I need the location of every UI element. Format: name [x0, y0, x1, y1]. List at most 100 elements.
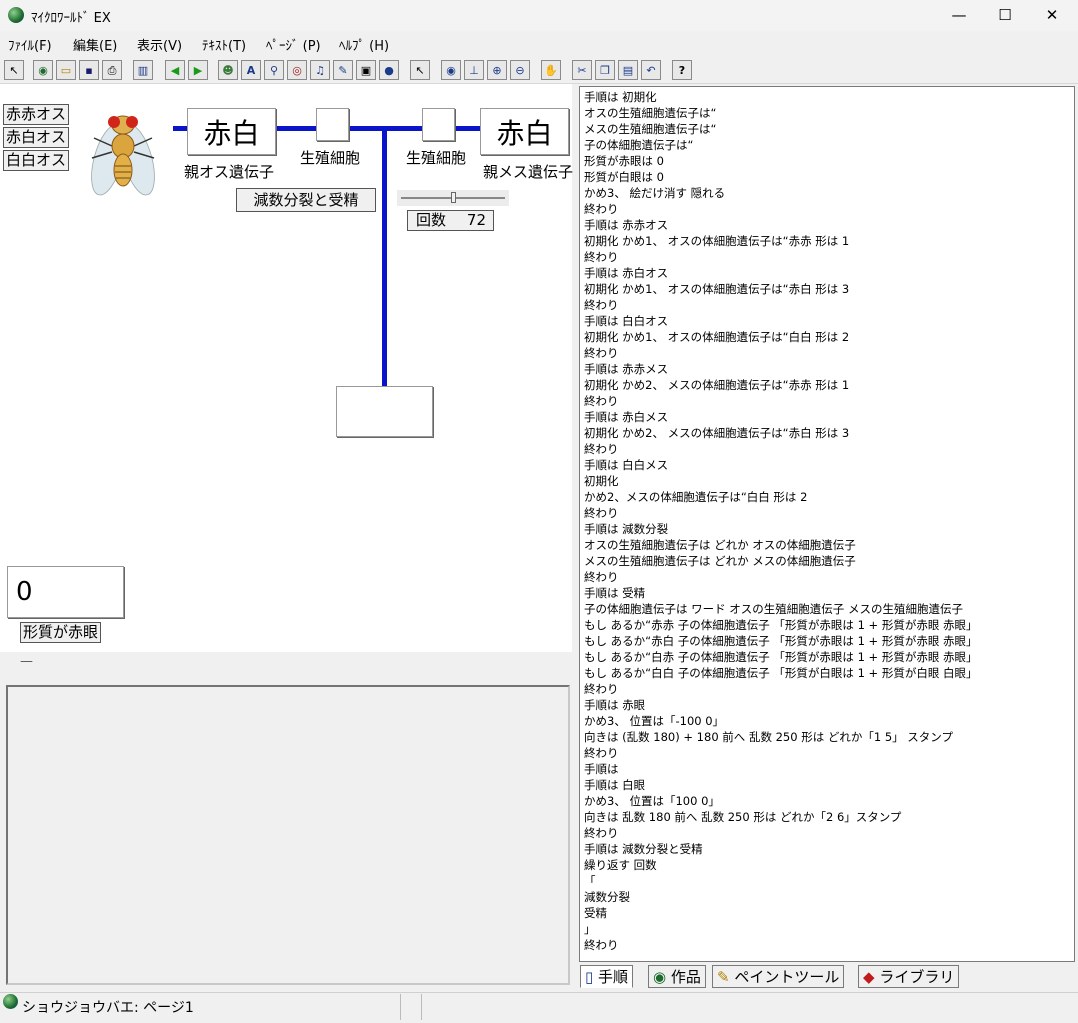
- script-line[interactable]: 形質が赤眼は 0: [584, 153, 664, 169]
- script-line[interactable]: 終わり: [584, 681, 619, 697]
- layout-icon[interactable]: ▥: [133, 60, 153, 80]
- zoom-in-icon[interactable]: ⊕: [487, 60, 507, 80]
- script-line[interactable]: かめ2、メスの体細胞遺伝子は“白白 形は 2: [584, 489, 807, 505]
- script-line[interactable]: 子の体細胞遺伝子は“: [584, 137, 693, 153]
- script-line[interactable]: 初期化 かめ1、 オスの体細胞遺伝子は“赤白 形は 3: [584, 281, 849, 297]
- zoom-out-icon[interactable]: ⊖: [510, 60, 530, 80]
- menu-view[interactable]: 表示(V): [137, 35, 182, 54]
- script-line[interactable]: 終わり: [584, 345, 619, 361]
- script-line[interactable]: 手順は 赤眼: [584, 697, 645, 713]
- text-tool-icon[interactable]: A: [241, 60, 261, 80]
- script-line[interactable]: メスの生殖細胞遺伝子は どれか メスの体細胞遺伝子: [584, 553, 856, 569]
- script-line[interactable]: 初期化 かめ1、 オスの体細胞遺伝子は“赤赤 形は 1: [584, 233, 849, 249]
- script-line[interactable]: 終わり: [584, 249, 619, 265]
- meiosis-fertilization-button[interactable]: 減数分裂と受精: [236, 188, 376, 212]
- print-icon[interactable]: ⎙: [102, 60, 122, 80]
- script-line[interactable]: 終わり: [584, 201, 619, 217]
- copy-icon[interactable]: ❐: [595, 60, 615, 80]
- camera-icon[interactable]: ▣: [356, 60, 376, 80]
- white-white-male-button[interactable]: 白白オス: [3, 150, 70, 171]
- script-line[interactable]: 形質が白眼は 0: [584, 169, 664, 185]
- close-button[interactable]: ✕: [1029, 0, 1075, 31]
- script-line[interactable]: 手順は 減数分裂と受精: [584, 841, 703, 857]
- script-line[interactable]: かめ3、 位置は「-100 0」: [584, 713, 724, 729]
- paste-icon[interactable]: ▤: [618, 60, 638, 80]
- script-line[interactable]: 手順は 減数分裂: [584, 521, 668, 537]
- back-arrow-icon[interactable]: ◀: [165, 60, 185, 80]
- script-editor[interactable]: 手順は 初期化 オスの生殖細胞遺伝子は“ メスの生殖細胞遺伝子は“ 子の体細胞遺伝子は…: [579, 86, 1075, 962]
- script-line[interactable]: 終わり: [584, 441, 619, 457]
- script-line[interactable]: 手順は 白眼: [584, 777, 645, 793]
- tab-paint-tool[interactable]: ✎ ペイントツール: [712, 965, 845, 988]
- script-line[interactable]: 手順は 赤白メス: [584, 409, 668, 425]
- forward-arrow-icon[interactable]: ▶: [188, 60, 208, 80]
- menu-file[interactable]: ﾌｧｲﾙ(F): [8, 35, 52, 54]
- pointer-icon[interactable]: ↖: [410, 60, 430, 80]
- script-line[interactable]: オスの生殖細胞遺伝子は“: [584, 105, 716, 121]
- script-line[interactable]: 」: [584, 921, 596, 937]
- fruit-fly-image[interactable]: [90, 108, 156, 204]
- script-line[interactable]: 終わり: [584, 569, 619, 585]
- red-red-male-button[interactable]: 赤赤オス: [3, 104, 70, 125]
- tab-procedures[interactable]: ▯ 手順: [580, 965, 634, 988]
- character-icon[interactable]: ☻: [218, 60, 238, 80]
- helmet-icon[interactable]: ●: [379, 60, 399, 80]
- script-line[interactable]: 手順は 初期化: [584, 89, 657, 105]
- cut-icon[interactable]: ✂: [572, 60, 592, 80]
- script-line[interactable]: もし あるか“赤赤 子の体細胞遺伝子 「形質が赤眼は 1 + 形質が赤眼 赤眼」: [584, 617, 978, 633]
- help-icon[interactable]: ?: [672, 60, 692, 80]
- menu-help[interactable]: ﾍﾙﾌﾟ (H): [339, 35, 389, 54]
- maximize-button[interactable]: ☐: [982, 0, 1028, 31]
- script-line[interactable]: 繰り返す 回数: [584, 857, 657, 873]
- script-line[interactable]: オスの生殖細胞遺伝子は どれか オスの体細胞遺伝子: [584, 537, 856, 553]
- script-line[interactable]: 初期化: [584, 473, 619, 489]
- script-line[interactable]: 初期化 かめ1、 オスの体細胞遺伝子は“白白 形は 2: [584, 329, 849, 345]
- stop-icon[interactable]: ✋: [541, 60, 561, 80]
- script-line[interactable]: 初期化 かめ2、 メスの体細胞遺伝子は“赤赤 形は 1: [584, 377, 849, 393]
- tab-library[interactable]: ◆ ライブラリ: [858, 965, 960, 988]
- menu-text[interactable]: ﾃｷｽﾄ(T): [202, 35, 246, 54]
- script-line[interactable]: かめ3、 絵だけ消す 隠れる: [584, 185, 725, 201]
- script-line[interactable]: 受精: [584, 905, 607, 921]
- script-line[interactable]: 終わり: [584, 393, 619, 409]
- script-line[interactable]: 手順は 赤赤メス: [584, 361, 668, 377]
- red-white-male-button[interactable]: 赤白オス: [3, 127, 70, 148]
- script-line[interactable]: 「: [584, 873, 596, 889]
- script-line[interactable]: 終わり: [584, 505, 619, 521]
- script-line[interactable]: もし あるか“赤白 子の体細胞遺伝子 「形質が赤眼は 1 + 形質が赤眼 赤眼」: [584, 633, 978, 649]
- script-line[interactable]: 手順は 白白メス: [584, 457, 668, 473]
- undo-icon[interactable]: ↶: [641, 60, 661, 80]
- script-line[interactable]: 終わり: [584, 825, 619, 841]
- menu-edit[interactable]: 編集(E): [73, 35, 117, 54]
- script-line[interactable]: 手順は 受精: [584, 585, 645, 601]
- tab-works[interactable]: ◉ 作品: [648, 965, 706, 988]
- script-line[interactable]: 手順は 赤白オス: [584, 265, 668, 281]
- music-icon[interactable]: ♫: [310, 60, 330, 80]
- script-line[interactable]: もし あるか“白赤 子の体細胞遺伝子 「形質が赤眼は 1 + 形質が赤眼 赤眼」: [584, 649, 978, 665]
- pencil-icon[interactable]: ✎: [333, 60, 353, 80]
- script-line[interactable]: 手順は 赤赤オス: [584, 217, 668, 233]
- script-line[interactable]: もし あるか“白白 子の体細胞遺伝子 「形質が白眼は 1 + 形質が白眼 白眼」: [584, 665, 978, 681]
- cursor-icon[interactable]: ↖: [4, 60, 24, 80]
- script-line[interactable]: 終わり: [584, 297, 619, 313]
- view-icon[interactable]: ◉: [441, 60, 461, 80]
- menu-page[interactable]: ﾍﾟｰｼﾞ (P): [266, 35, 321, 54]
- message-pane[interactable]: [6, 685, 570, 985]
- script-line[interactable]: 手順は: [584, 761, 619, 777]
- globe-icon[interactable]: ◉: [33, 60, 53, 80]
- script-line[interactable]: 子の体細胞遺伝子は ワード オスの生殖細胞遺伝子 メスの生殖細胞遺伝子: [584, 601, 963, 617]
- script-line[interactable]: 向きは (乱数 180) + 180 前へ 乱数 250 形は どれか「1 5」…: [584, 729, 953, 745]
- minimize-button[interactable]: —: [936, 0, 982, 31]
- stamp-icon[interactable]: ⊥: [464, 60, 484, 80]
- save-icon[interactable]: ▪: [79, 60, 99, 80]
- open-folder-icon[interactable]: ▭: [56, 60, 76, 80]
- red-eye-trait-button[interactable]: 形質が赤眼: [20, 622, 102, 643]
- eye-icon[interactable]: ◎: [287, 60, 307, 80]
- script-line[interactable]: 終わり: [584, 745, 619, 761]
- antenna-icon[interactable]: ⚲: [264, 60, 284, 80]
- script-line[interactable]: 手順は 白白オス: [584, 313, 668, 329]
- script-line[interactable]: 向きは 乱数 180 前へ 乱数 250 形は どれか「2 6」スタンプ: [584, 809, 901, 825]
- script-line[interactable]: 減数分裂: [584, 889, 630, 905]
- script-line[interactable]: 終わり: [584, 937, 619, 953]
- script-line[interactable]: 初期化 かめ2、 メスの体細胞遺伝子は“赤白 形は 3: [584, 425, 849, 441]
